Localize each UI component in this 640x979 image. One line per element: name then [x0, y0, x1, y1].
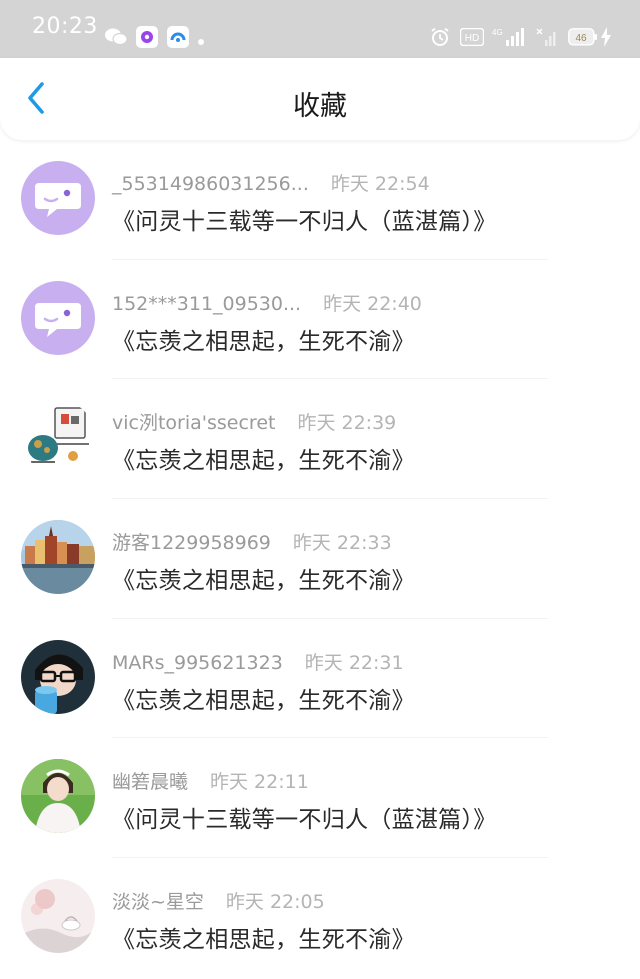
item-time: 昨天 22:11: [210, 771, 309, 794]
item-title: 《问灵十三载等一不归人（蓝湛篇）》: [112, 209, 497, 235]
item-title: 《忘羡之相思起，生死不渝》: [112, 448, 415, 475]
alarm-icon: [430, 27, 450, 51]
item-title: 《问灵十三载等一不归人（蓝湛篇）》: [112, 807, 497, 834]
user-name: 幽箬晨曦: [112, 771, 189, 794]
user-name: MARs_995621323: [112, 651, 283, 674]
item-meta: vic洌toria'ssecret 昨天 22:39: [112, 408, 396, 435]
notification-dot-icon: [198, 30, 204, 49]
hd-icon: HD: [459, 27, 485, 50]
default-chat-avatar-icon: [21, 280, 95, 355]
item-meta: 幽箬晨曦 昨天 22:11: [112, 767, 309, 794]
avatar[interactable]: [21, 639, 95, 714]
user-name: _55314986031256...: [112, 173, 309, 195]
page-title: 收藏: [293, 91, 347, 122]
person-with-glasses-avatar-icon: [21, 639, 95, 714]
browser-app-icon: [167, 26, 189, 52]
user-name: 淡淡~星空: [112, 891, 204, 914]
battery-level: 46: [575, 33, 587, 44]
status-bar: 20:23 HD 4G 46: [0, 0, 640, 58]
list-item[interactable]: _55314986031256... 昨天 22:54 《问灵十三载等一不归人（蓝…: [0, 140, 640, 260]
avatar[interactable]: [21, 759, 95, 834]
favorites-list: _55314986031256... 昨天 22:54 《问灵十三载等一不归人（蓝…: [0, 140, 640, 978]
signal-4g-icon: 4G: [492, 27, 524, 51]
item-meta: MARs_995621323 昨天 22:31: [112, 648, 404, 675]
ink-painting-avatar-icon: [21, 879, 95, 954]
avatar[interactable]: [21, 879, 95, 954]
svg-text:4G: 4G: [492, 28, 503, 37]
item-meta: 淡淡~星空 昨天 22:05: [112, 887, 325, 914]
item-title: 《忘羡之相思起，生死不渝》: [112, 927, 415, 954]
avatar[interactable]: [21, 280, 95, 355]
battery-icon: 46: [568, 28, 598, 50]
list-item[interactable]: 152***311_09530... 昨天 22:40 《忘羡之相思起，生死不渝》: [0, 260, 640, 380]
item-time: 昨天 22:31: [304, 651, 404, 674]
list-item[interactable]: vic洌toria'ssecret 昨天 22:39 《忘羡之相思起，生死不渝》: [0, 379, 640, 499]
item-time: 昨天 22:39: [297, 412, 397, 435]
bride-photo-avatar-icon: [21, 759, 95, 834]
cartoon-drawing-avatar-icon: [21, 400, 95, 475]
item-meta: _55314986031256... 昨天 22:54: [112, 169, 430, 196]
item-meta: 游客1229958969 昨天 22:33: [112, 528, 392, 555]
item-time: 昨天 22:54: [330, 173, 430, 195]
item-time: 昨天 22:05: [225, 891, 325, 914]
item-title: 《忘羡之相思起，生死不渝》: [112, 328, 415, 355]
list-item[interactable]: MARs_995621323 昨天 22:31 《忘羡之相思起，生死不渝》: [0, 619, 640, 739]
item-time: 昨天 22:40: [323, 292, 422, 315]
list-item[interactable]: 淡淡~星空 昨天 22:05 《忘羡之相思起，生死不渝》: [0, 858, 640, 978]
list-item[interactable]: 幽箬晨曦 昨天 22:11 《问灵十三载等一不归人（蓝湛篇）》: [0, 738, 640, 858]
svg-text:HD: HD: [465, 33, 479, 44]
item-meta: 152***311_09530... 昨天 22:40: [112, 289, 422, 316]
avatar[interactable]: [21, 400, 95, 475]
user-name: vic洌toria'ssecret: [112, 412, 276, 435]
status-time: 20:23: [32, 14, 98, 39]
city-photo-avatar-icon: [21, 520, 95, 595]
music-app-icon: [136, 26, 158, 52]
header: 收藏: [0, 58, 640, 140]
item-title: 《忘羡之相思起，生死不渝》: [112, 568, 415, 595]
default-chat-avatar-icon: [21, 161, 95, 235]
status-system-icons: HD 4G 46: [430, 27, 612, 51]
user-name: 游客1229958969: [112, 532, 271, 555]
avatar[interactable]: [21, 520, 95, 595]
signal-no-sim-icon: [536, 27, 558, 51]
status-app-icons: [104, 26, 204, 52]
charging-icon: [600, 27, 612, 51]
list-item[interactable]: 游客1229958969 昨天 22:33 《忘羡之相思起，生死不渝》: [0, 499, 640, 619]
item-time: 昨天 22:33: [292, 532, 392, 555]
item-title: 《忘羡之相思起，生死不渝》: [112, 687, 415, 714]
avatar[interactable]: [21, 161, 95, 235]
wechat-icon: [104, 27, 128, 51]
user-name: 152***311_09530...: [112, 292, 302, 315]
